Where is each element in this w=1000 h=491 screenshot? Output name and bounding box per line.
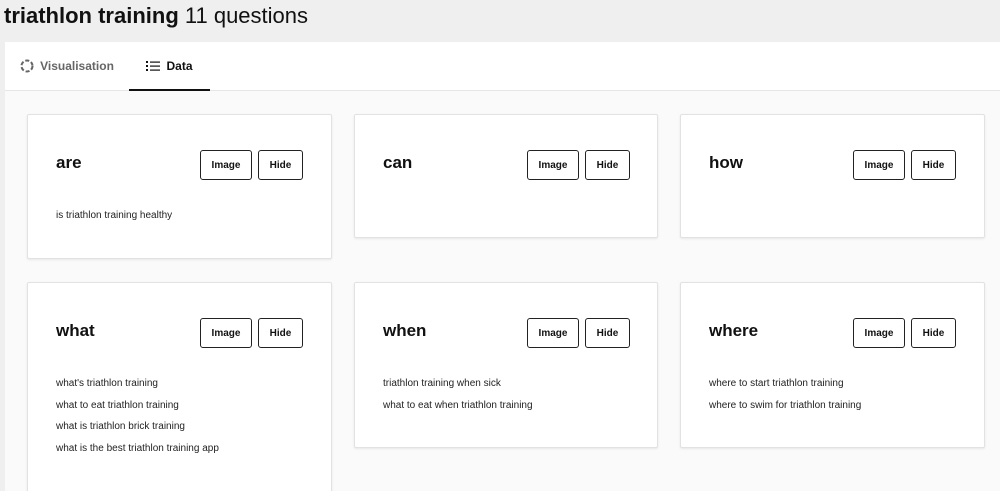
question-item: what is the best triathlon training app	[56, 442, 219, 454]
question-count: 11 questions	[184, 3, 309, 28]
question-list: is triathlon training healthy	[56, 205, 172, 227]
card-grid: are Image Hide is triathlon training hea…	[5, 91, 1000, 491]
page-title: triathlon training 11 questions	[4, 2, 308, 30]
card-are: are Image Hide is triathlon training hea…	[27, 114, 332, 259]
hide-button[interactable]: Hide	[258, 150, 303, 180]
card-word: where	[709, 321, 759, 340]
page-title-keyword: triathlon training	[4, 3, 179, 28]
image-button[interactable]: Image	[200, 150, 252, 180]
card-can: can Image Hide	[354, 114, 658, 238]
question-list: triathlon training when sick what to eat…	[383, 373, 533, 416]
tab-visualisation-label: Visualisation	[40, 59, 114, 73]
card-when: when Image Hide triathlon training when …	[354, 282, 658, 448]
question-item: what to eat triathlon training	[56, 399, 179, 411]
card-where: where Image Hide where to start triathlo…	[680, 282, 985, 448]
card-word: how	[709, 153, 743, 172]
card-word: what	[56, 321, 95, 340]
question-item: what is triathlon brick training	[56, 421, 185, 432]
hide-button[interactable]: Hide	[911, 318, 956, 348]
card-word: can	[383, 153, 413, 172]
card-what: what Image Hide what's triathlon trainin…	[27, 282, 332, 491]
question-item: what to eat when triathlon training	[383, 399, 533, 411]
tab-bar: Visualisation Data	[5, 42, 1000, 91]
question-item: where to start triathlon training	[709, 378, 844, 389]
hide-button[interactable]: Hide	[258, 318, 303, 348]
question-list: what's triathlon training what to eat tr…	[56, 373, 219, 459]
card-how: how Image Hide	[680, 114, 985, 238]
circle-dash-icon	[20, 59, 34, 73]
hide-button[interactable]: Hide	[585, 150, 630, 180]
question-item: triathlon training when sick	[383, 378, 501, 389]
hide-button[interactable]: Hide	[585, 318, 630, 348]
tab-visualisation[interactable]: Visualisation	[5, 42, 129, 90]
tab-data[interactable]: Data	[129, 42, 210, 91]
card-word: when	[383, 321, 427, 340]
question-item: what's triathlon training	[56, 378, 158, 389]
question-list: where to start triathlon training where …	[709, 373, 861, 416]
question-item: is triathlon training healthy	[56, 210, 173, 221]
image-button[interactable]: Image	[200, 318, 252, 348]
image-button[interactable]: Image	[527, 318, 579, 348]
tab-data-label: Data	[166, 59, 193, 73]
card-word: are	[56, 153, 82, 172]
results-panel: Visualisation Data are Image Hide is tri…	[5, 42, 1000, 491]
image-button[interactable]: Image	[853, 150, 905, 180]
question-item: where to swim for triathlon training	[709, 399, 862, 411]
image-button[interactable]: Image	[527, 150, 579, 180]
image-button[interactable]: Image	[853, 318, 905, 348]
list-icon	[146, 60, 161, 72]
hide-button[interactable]: Hide	[911, 150, 956, 180]
